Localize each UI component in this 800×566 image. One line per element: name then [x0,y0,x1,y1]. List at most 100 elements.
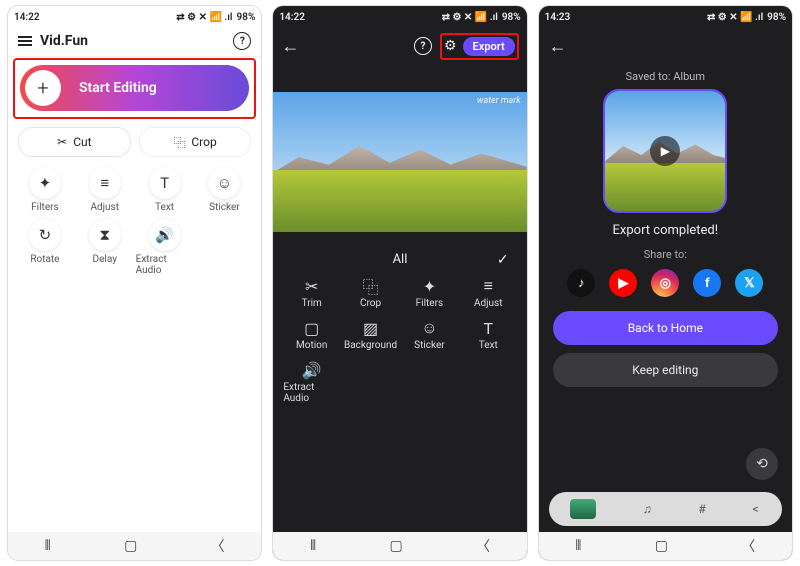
fab-button[interactable]: ⟲ [746,448,778,480]
hashtag-icon[interactable]: # [698,502,705,516]
share-facebook[interactable]: f [693,269,721,297]
crop-label: Crop [191,135,216,149]
status-bar: 14:23 ⇄ ⚙ ✕ 📶 .ıl 98% [539,6,792,28]
adjust-icon: ≡ [89,167,121,199]
video-preview[interactable]: water mark [273,92,526,232]
share-twitter[interactable]: 𝕏 [735,269,763,297]
system-nav: ⦀ ▢ 〈 [273,532,526,560]
text-icon: T [149,167,181,199]
highlight-start-editing: + Start Editing [13,58,256,119]
system-nav: ⦀ ▢ 〈 [539,532,792,560]
recents-icon[interactable]: ⦀ [310,538,316,554]
background-icon: ▨ [363,319,378,337]
tool-background[interactable]: ▨Background [342,319,399,351]
screen-home: 14:22 ⇄ ⚙ ✕ 📶 .ıl 98% Vid.Fun ? + Start … [8,6,261,560]
back-icon[interactable]: 〈 [741,536,755,556]
rotate-icon: ↻ [29,219,61,251]
tab-all[interactable]: All [393,252,408,267]
exported-thumbnail[interactable]: ▶ [605,91,725,211]
tool-delay[interactable]: ⧗Delay [76,219,134,276]
status-indicators: ⇄ ⚙ ✕ 📶 .ıl [442,12,498,23]
share-tiktok[interactable]: ♪ [567,269,595,297]
crop-button[interactable]: ⿻ Crop [139,127,252,157]
back-to-home-button[interactable]: Back to Home [553,311,778,345]
status-bar: 14:22 ⇄ ⚙ ✕ 📶 .ıl 98% [8,6,261,28]
tool-extract-audio[interactable]: 🔊Extract Audio [136,219,194,276]
tool-filters[interactable]: ✦Filters [16,167,74,213]
filters-icon: ✦ [29,167,61,199]
screen-export-done: 14:23 ⇄ ⚙ ✕ 📶 .ıl 98% ← Saved to: Album … [539,6,792,560]
tool-adjust[interactable]: ≡Adjust [76,167,134,213]
motion-icon: ▢ [304,319,319,337]
tool-adjust[interactable]: ≡Adjust [460,277,517,309]
help-icon[interactable]: ? [233,32,251,50]
share-instagram[interactable]: ◎ [651,269,679,297]
recents-icon[interactable]: ⦀ [45,538,51,554]
filters-icon: ✦ [423,277,436,295]
home-icon[interactable]: ▢ [124,538,137,554]
tool-filters[interactable]: ✦Filters [401,277,458,309]
status-time: 14:22 [14,12,40,23]
share-youtube[interactable]: ▶ [609,269,637,297]
tool-extract-audio[interactable]: 🔊Extract Audio [283,361,340,404]
export-button[interactable]: Export [463,37,515,56]
status-bar: 14:22 ⇄ ⚙ ✕ 📶 .ıl 98% [273,6,526,28]
scissors-icon: ✂ [57,135,67,149]
start-editing-label: Start Editing [79,80,157,96]
tool-trim[interactable]: ✂Trim [283,277,340,309]
help-icon[interactable]: ? [414,37,432,55]
status-time: 14:23 [545,12,571,23]
tool-text[interactable]: TText [460,319,517,351]
bottom-action-bar: ♫ # < [549,492,782,526]
cut-button[interactable]: ✂ Cut [18,127,131,157]
adjust-icon: ≡ [484,277,493,295]
tool-sticker[interactable]: ☺Sticker [401,319,458,351]
sticker-icon: ☺ [421,319,437,337]
category-all-row: All ✓ [273,242,526,273]
status-time: 14:22 [279,12,305,23]
status-battery: 98% [502,12,521,23]
status-battery: 98% [237,12,256,23]
keep-editing-button[interactable]: Keep editing [553,353,778,387]
app-header: Vid.Fun ? [8,28,261,57]
audio-icon: 🔊 [149,219,181,251]
crop-icon: ⿻ [173,134,185,151]
start-editing-button[interactable]: + Start Editing [20,65,249,111]
tool-rotate[interactable]: ↻Rotate [16,219,74,276]
home-icon[interactable]: ▢ [655,538,668,554]
delay-icon: ⧗ [89,219,121,251]
cut-label: Cut [73,135,91,149]
screen-editor: 14:22 ⇄ ⚙ ✕ 📶 .ıl 98% ← ? ⚙ Export water… [273,6,526,560]
crop-icon: ⿻ [363,277,379,295]
clip-thumb-icon[interactable] [570,499,596,519]
app-title: Vid.Fun [40,33,88,49]
share-icon[interactable]: < [753,502,759,516]
gear-icon[interactable]: ⚙ [444,38,457,54]
status-indicators: ⇄ ⚙ ✕ 📶 .ıl [707,12,763,23]
home-icon[interactable]: ▢ [389,538,402,554]
watermark-label: water mark [477,96,521,106]
back-button[interactable]: ← [281,36,299,57]
system-nav: ⦀ ▢ 〈 [8,532,261,560]
sticker-icon: ☺ [208,167,240,199]
tool-text[interactable]: TText [136,167,194,213]
music-icon[interactable]: ♫ [643,502,652,516]
tool-sticker[interactable]: ☺Sticker [195,167,253,213]
recents-icon[interactable]: ⦀ [575,538,581,554]
audio-icon: 🔊 [302,361,322,379]
back-button[interactable]: ← [549,36,567,57]
status-indicators: ⇄ ⚙ ✕ 📶 .ıl [176,12,232,23]
trim-icon: ✂ [305,277,318,295]
menu-icon[interactable] [18,36,32,46]
confirm-icon[interactable]: ✓ [497,252,509,268]
export-complete-label: Export completed! [539,211,792,244]
tool-motion[interactable]: ▢Motion [283,319,340,351]
back-icon[interactable]: 〈 [211,536,225,556]
saved-to-label: Saved to: Album [539,64,792,91]
share-to-label: Share to: [539,244,792,269]
back-icon[interactable]: 〈 [476,536,490,556]
share-row: ♪ ▶ ◎ f 𝕏 [539,269,792,311]
plus-icon: + [25,70,61,106]
tool-crop[interactable]: ⿻Crop [342,277,399,309]
status-battery: 98% [767,12,786,23]
